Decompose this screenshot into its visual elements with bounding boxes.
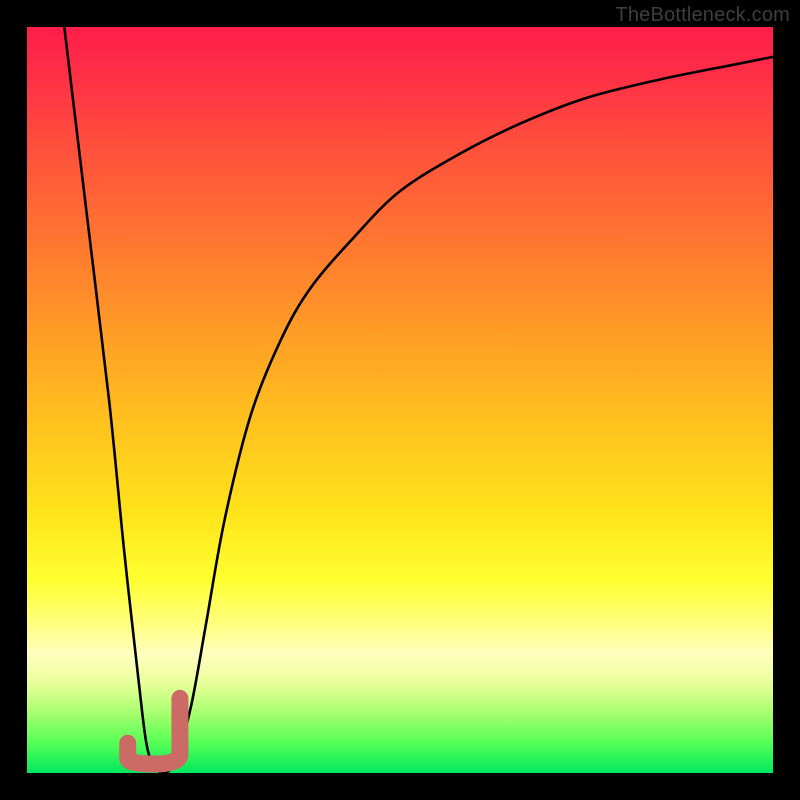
chart-frame: TheBottleneck.com	[0, 0, 800, 800]
bottleneck-curve	[64, 27, 773, 773]
curve-layer	[27, 27, 773, 773]
plot-panel	[27, 27, 773, 773]
watermark-text: TheBottleneck.com	[615, 4, 790, 27]
minimum-marker-icon	[128, 698, 180, 764]
